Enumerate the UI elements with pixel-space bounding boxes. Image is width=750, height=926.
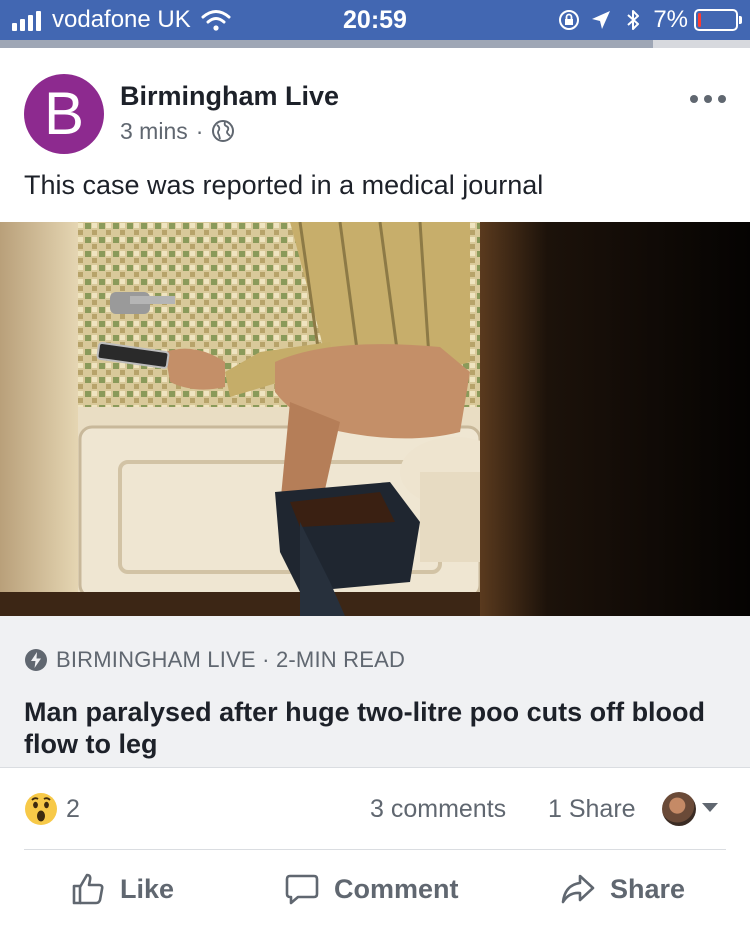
more-options-button[interactable] (690, 90, 726, 108)
comment-button[interactable]: Comment (284, 866, 459, 912)
battery-percent: 7% (653, 6, 688, 33)
battery-fill (698, 13, 701, 27)
share-label: Share (610, 873, 686, 904)
post-text: This case was reported in a medical jour… (24, 170, 544, 200)
bolt-icon (25, 649, 47, 671)
reactions-bar: 2 3 comments 1 Share (0, 770, 750, 850)
wow-icon[interactable] (24, 792, 58, 826)
dot (704, 95, 712, 103)
shares-count[interactable]: 1 Share (548, 794, 636, 824)
comment-icon (285, 874, 319, 905)
thumbs-up-icon (72, 873, 104, 905)
dot (690, 95, 698, 103)
link-source-text: BIRMINGHAM LIVE · 2-MIN READ (56, 647, 406, 672)
reaction-count[interactable]: 2 (66, 794, 80, 824)
link-title[interactable]: Man paralysed after huge two-litre poo c… (24, 696, 724, 760)
share-button[interactable]: Share (560, 866, 685, 912)
comments-count[interactable]: 3 comments (370, 794, 506, 824)
rotation-lock-icon (559, 10, 580, 30)
status-bar: vodafone UK 20:59 7% (0, 0, 750, 40)
status-right: 7% (557, 6, 742, 34)
like-button[interactable]: Like (70, 866, 174, 912)
post-photo[interactable] (0, 222, 750, 616)
battery-icon (694, 9, 742, 31)
divider (24, 849, 726, 850)
bluetooth-icon (627, 10, 640, 30)
page-name[interactable]: Birmingham Live (120, 80, 339, 112)
load-progress-fill (0, 40, 653, 48)
meta-separator: · (195, 118, 204, 144)
chevron-down-icon[interactable] (702, 803, 718, 812)
load-progress-bar (0, 40, 750, 48)
location-icon (592, 11, 611, 29)
viewer-avatar[interactable] (662, 792, 696, 826)
like-label: Like (120, 873, 175, 904)
page-avatar[interactable]: B (24, 74, 104, 154)
post-meta: 3 mins · (120, 116, 235, 146)
link-source: BIRMINGHAM LIVE · 2-MIN READ (24, 646, 405, 674)
comment-label: Comment (334, 873, 459, 904)
bathroom-photo (0, 222, 750, 616)
post-time[interactable]: 3 mins (120, 116, 188, 146)
share-icon (561, 874, 595, 904)
dot (718, 95, 726, 103)
link-preview[interactable]: BIRMINGHAM LIVE · 2-MIN READ Man paralys… (0, 616, 750, 768)
globe-icon (212, 120, 235, 142)
